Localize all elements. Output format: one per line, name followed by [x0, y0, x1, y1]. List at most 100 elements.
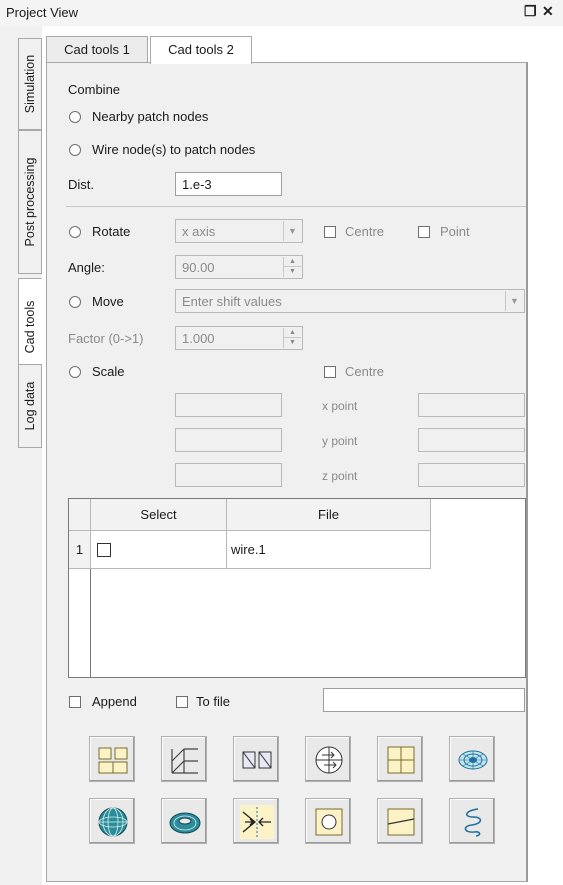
- nearby-patch-nodes-label: Nearby patch nodes: [92, 109, 209, 124]
- z-point-input[interactable]: [418, 463, 525, 487]
- scale-label: Scale: [92, 364, 125, 379]
- shift-values-select[interactable]: Enter shift values ▼: [175, 289, 525, 313]
- y-point-input[interactable]: [418, 428, 525, 452]
- move-radio[interactable]: [69, 296, 81, 308]
- scale-radio[interactable]: [69, 366, 81, 378]
- circle-arrows-icon: [315, 746, 343, 774]
- side-tab-label: Post processing: [23, 157, 37, 247]
- merge-arrows-button[interactable]: [233, 798, 279, 844]
- rotate-centre-label: Centre: [345, 224, 385, 239]
- disc-mesh-button[interactable]: [449, 736, 495, 782]
- wire-to-patch-label: Wire node(s) to patch nodes: [92, 142, 256, 157]
- append-label: Append: [92, 694, 137, 709]
- spin-buttons[interactable]: ▲ ▼: [283, 328, 301, 348]
- tab-label: Cad tools 1: [64, 42, 130, 57]
- to-file-label: To file: [196, 694, 230, 709]
- helix-button[interactable]: [449, 798, 495, 844]
- scale-x-input[interactable]: [175, 393, 282, 417]
- nearby-patch-nodes-radio[interactable]: [69, 111, 81, 123]
- scale-z-input[interactable]: [175, 463, 282, 487]
- diagonal-split-icon: [387, 808, 415, 836]
- quad-split-button[interactable]: [377, 736, 423, 782]
- rotate-radio[interactable]: [69, 226, 81, 238]
- factor-spinbox[interactable]: 1.000 ▲ ▼: [175, 326, 303, 350]
- spin-buttons[interactable]: ▲ ▼: [283, 257, 301, 277]
- chevron-down-icon: ▼: [505, 291, 523, 311]
- table-row-select-cell: [91, 531, 227, 569]
- to-file-checkbox[interactable]: [176, 696, 188, 708]
- close-icon[interactable]: ✕: [542, 3, 554, 20]
- factor-label: Factor (0->1): [68, 331, 144, 346]
- stair-grid-button[interactable]: [161, 736, 207, 782]
- disc-mesh-icon: [458, 750, 488, 770]
- spin-down-icon[interactable]: ▼: [284, 338, 301, 348]
- spin-up-icon[interactable]: ▲: [284, 328, 301, 338]
- file-table: Select File 1 wire.1: [68, 498, 526, 678]
- tab-label: Cad tools 2: [168, 42, 234, 57]
- rotate-label: Rotate: [92, 224, 131, 239]
- angle-value: 90.00: [182, 260, 215, 275]
- tab-cad-tools-2[interactable]: Cad tools 2: [150, 36, 252, 64]
- z-point-label: z point: [322, 469, 358, 483]
- helix-icon: [464, 808, 482, 837]
- combine-heading: Combine: [68, 82, 121, 97]
- column-header-select[interactable]: Select: [91, 499, 227, 531]
- stair-grid-icon: [171, 748, 198, 774]
- table-corner: [69, 499, 91, 531]
- wire-to-patch-radio[interactable]: [69, 144, 81, 156]
- side-tab-cad-tools[interactable]: Cad tools: [18, 278, 42, 376]
- scale-centre-label: Centre: [345, 364, 385, 379]
- y-point-label: y point: [322, 434, 358, 448]
- merge-arrows-icon: [240, 805, 274, 839]
- append-checkbox[interactable]: [69, 696, 81, 708]
- sphere-mesh-button[interactable]: [89, 798, 135, 844]
- split-quads-button[interactable]: [89, 736, 135, 782]
- side-tab-simulation[interactable]: Simulation: [18, 38, 42, 130]
- table-row-file-cell[interactable]: wire.1: [227, 531, 431, 569]
- side-tab-label: Cad tools: [23, 300, 37, 354]
- to-file-input[interactable]: [323, 688, 525, 712]
- diagonal-split-button[interactable]: [377, 798, 423, 844]
- scale-centre-checkbox[interactable]: [324, 366, 336, 378]
- float-icon[interactable]: ❐: [524, 3, 537, 20]
- title-bar: Project View ❐ ✕: [0, 0, 563, 26]
- circle-in-square-button[interactable]: [305, 798, 351, 844]
- shift-values-text: Enter shift values: [182, 294, 282, 309]
- circle-arrows-button[interactable]: [305, 736, 351, 782]
- axis-select-value: x axis: [182, 224, 216, 239]
- torus-mesh-button[interactable]: [161, 798, 207, 844]
- tab-cad-tools-1[interactable]: Cad tools 1: [46, 36, 148, 63]
- chevron-down-icon: ▼: [283, 221, 301, 241]
- factor-value: 1.000: [182, 331, 215, 346]
- side-tab-bar: Simulation Post processing Cad tools Log…: [0, 26, 42, 885]
- dist-label: Dist.: [68, 177, 94, 192]
- side-tab-label: Log data: [23, 381, 37, 431]
- window-title: Project View: [6, 5, 79, 20]
- rotate-point-checkbox[interactable]: [418, 226, 430, 238]
- split-quads-icon: [98, 747, 128, 774]
- angle-spinbox[interactable]: 90.00 ▲ ▼: [175, 255, 303, 279]
- angle-label: Angle:: [68, 260, 105, 275]
- mirror-squares-button[interactable]: [233, 736, 279, 782]
- row-select-checkbox[interactable]: [97, 543, 111, 557]
- sphere-mesh-icon: [98, 807, 128, 837]
- spin-up-icon[interactable]: ▲: [284, 257, 301, 267]
- torus-mesh-icon: [169, 812, 201, 834]
- side-tab-log-data[interactable]: Log data: [18, 364, 42, 448]
- x-point-input[interactable]: [418, 393, 525, 417]
- separator: [66, 206, 526, 207]
- rotate-point-label: Point: [440, 224, 470, 239]
- scale-y-input[interactable]: [175, 428, 282, 452]
- x-point-label: x point: [322, 399, 358, 413]
- column-header-file[interactable]: File: [227, 499, 431, 531]
- side-tab-label: Simulation: [23, 54, 37, 114]
- row-number: 1: [69, 531, 91, 569]
- move-label: Move: [92, 294, 124, 309]
- axis-select[interactable]: x axis ▼: [175, 219, 303, 243]
- mirror-squares-icon: [242, 751, 272, 769]
- side-tab-post-processing[interactable]: Post processing: [18, 130, 42, 274]
- quad-split-icon: [387, 746, 415, 774]
- rotate-centre-checkbox[interactable]: [324, 226, 336, 238]
- spin-down-icon[interactable]: ▼: [284, 267, 301, 277]
- dist-input[interactable]: 1.e-3: [175, 172, 282, 196]
